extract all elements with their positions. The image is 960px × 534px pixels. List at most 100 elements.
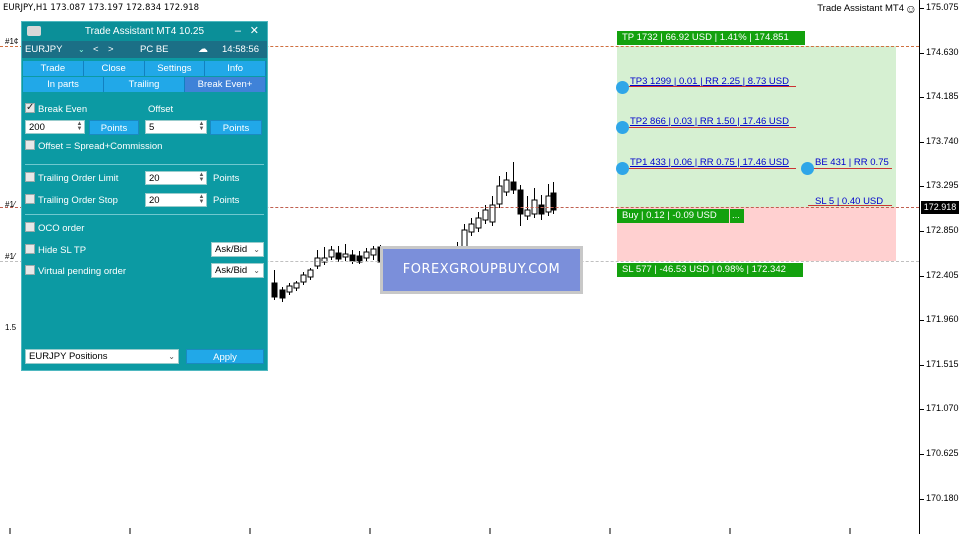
break-even-points-button[interactable]: Points	[89, 120, 139, 135]
candle-body	[370, 248, 377, 256]
offset-points-button[interactable]: Points	[210, 120, 262, 135]
symbol-select[interactable]: EURJPY	[25, 41, 62, 58]
next-symbol-button[interactable]: >	[108, 41, 114, 58]
price-tick-label: 173.740	[920, 135, 959, 146]
oco-checkbox[interactable]	[25, 222, 35, 232]
tp2-label[interactable]: TP2 866 | 0.03 | RR 1.50 | 17.46 USD	[630, 116, 789, 127]
candle-body	[517, 189, 524, 215]
smiley-icon: ☺	[904, 2, 917, 16]
break-even-label: Break Even	[38, 104, 88, 115]
panel-titlebar[interactable]: Trade Assistant MT4 10.25 – ✕	[22, 22, 267, 41]
candle-body	[468, 223, 475, 233]
trailing-stop-checkbox[interactable]	[25, 194, 35, 204]
trailing-limit-input[interactable]: 20 ▲ ▼	[145, 171, 207, 185]
tp1-handle-icon[interactable]	[616, 162, 629, 175]
hide-sltp-select[interactable]: Ask/Bid ⌄	[211, 242, 264, 257]
be-handle-icon[interactable]	[801, 162, 814, 175]
offset-spread-label: Offset = Spread+Commission	[38, 141, 163, 152]
chevron-down-icon: ⌄	[253, 245, 260, 254]
price-scale[interactable]: 175.075 174.630 174.185 173.740 173.295 172.8…	[919, 0, 960, 534]
prev-symbol-button[interactable]: <	[93, 41, 99, 58]
stepper-icon[interactable]: ▲ ▼	[198, 172, 205, 183]
price-tick-label: 171.960	[920, 314, 959, 325]
positions-select[interactable]: EURJPY Positions ⌄	[25, 349, 179, 364]
tp3-label[interactable]: TP3 1299 | 0.01 | RR 2.25 | 8.73 USD	[630, 76, 789, 87]
positions-select-value: EURJPY Positions	[29, 351, 108, 362]
candle-body	[363, 251, 370, 259]
close-icon[interactable]: ✕	[250, 22, 259, 41]
price-tick-label: 171.070	[920, 403, 959, 414]
divider	[25, 214, 264, 215]
price-tick-label: 174.630	[920, 46, 959, 57]
candle-body	[300, 274, 307, 283]
stepper-icon[interactable]: ▲ ▼	[76, 121, 83, 132]
break-even-row[interactable]: Break Even	[25, 100, 88, 117]
price-tick-label: 170.180	[920, 492, 959, 503]
oco-row[interactable]: OCO order	[25, 221, 84, 236]
tp1-label[interactable]: TP1 433 | 0.06 | RR 0.75 | 17.46 USD	[630, 157, 789, 168]
sl5-label[interactable]: SL 5 | 0.40 USD	[815, 196, 883, 207]
trailing-stop-value: 20	[149, 195, 160, 206]
chart-header: EURJPY,H1 173.087 173.197 172.834 172.91…	[3, 3, 200, 13]
tab-break-even-plus[interactable]: Break Even+	[185, 77, 266, 92]
candle-body	[335, 252, 342, 260]
minimize-icon[interactable]: –	[235, 22, 241, 41]
offset-spread-row[interactable]: Offset = Spread+Commission	[25, 139, 162, 154]
apply-button[interactable]: Apply	[186, 349, 264, 364]
left-marker: 1.5	[5, 323, 17, 332]
candle-body	[279, 289, 286, 299]
candle-body	[271, 282, 278, 298]
virtual-checkbox[interactable]	[25, 265, 35, 275]
offset-spread-checkbox[interactable]	[25, 140, 35, 150]
break-even-points-input[interactable]: 200 ▲ ▼	[25, 120, 85, 134]
buy-label[interactable]: Buy | 0.12 | -0.09 USD	[617, 209, 729, 223]
tp1-line	[623, 168, 796, 169]
trailing-stop-row[interactable]: Trailing Order Stop	[25, 193, 118, 208]
chevron-down-icon[interactable]: ⌄	[78, 41, 85, 58]
tab-trade[interactable]: Trade	[23, 61, 84, 76]
tp3-handle-icon[interactable]	[616, 81, 629, 94]
stepper-icon[interactable]: ▲ ▼	[198, 194, 205, 205]
trailing-stop-input[interactable]: 20 ▲ ▼	[145, 193, 207, 207]
trailing-limit-unit: Points	[213, 173, 240, 184]
left-marker: #1¢	[5, 37, 19, 46]
watermark: FOREXGROUPBUY.COM	[380, 246, 583, 294]
price-tick-label: 172.850	[920, 225, 959, 235]
trailing-limit-row[interactable]: Trailing Order Limit	[25, 171, 118, 186]
price-tick-label: 172.405	[920, 269, 959, 280]
symbol-bar: EURJPY ⌄ < > PC BE ☁ 14:58:56	[22, 41, 267, 58]
break-even-points-value: 200	[29, 122, 45, 133]
break-even-checkbox[interactable]	[25, 100, 35, 115]
clock-time: 14:58:56	[222, 44, 259, 55]
cloud-icon[interactable]: ☁	[198, 41, 208, 58]
offset-points-input[interactable]: 5 ▲ ▼	[145, 120, 207, 134]
buy-more-button[interactable]: ...	[730, 209, 744, 223]
tab-in-parts[interactable]: In parts	[23, 77, 104, 92]
trailing-stop-unit: Points	[213, 195, 240, 206]
hide-sltp-row[interactable]: Hide SL TP	[25, 243, 86, 258]
tab-settings[interactable]: Settings	[144, 61, 206, 76]
tab-close[interactable]: Close	[83, 61, 145, 76]
virtual-select[interactable]: Ask/Bid ⌄	[211, 263, 264, 278]
price-tick-label: 171.515	[920, 358, 959, 369]
tab-trailing[interactable]: Trailing	[104, 77, 185, 92]
be-line	[808, 168, 892, 169]
hide-sltp-checkbox[interactable]	[25, 244, 35, 254]
trailing-stop-label: Trailing Order Stop	[38, 195, 118, 206]
chart-brand-label: Trade Assistant MT4	[817, 3, 904, 14]
be-label[interactable]: BE 431 | RR 0.75	[815, 157, 889, 168]
candle-body	[482, 209, 489, 221]
stepper-icon[interactable]: ▲ ▼	[198, 121, 205, 132]
sl-label[interactable]: SL 577 | -46.53 USD | 0.98% | 172.342	[617, 263, 803, 277]
tab-info[interactable]: Info	[205, 61, 266, 76]
candle-body	[510, 181, 517, 191]
tp2-handle-icon[interactable]	[616, 121, 629, 134]
trade-assistant-panel: Trade Assistant MT4 10.25 – ✕ EURJPY ⌄ <…	[21, 21, 268, 371]
tp-label[interactable]: TP 1732 | 66.92 USD | 1.41% | 174.851	[617, 31, 805, 45]
candle-body	[342, 253, 349, 258]
sub-tabs: In parts Trailing Break Even+	[23, 77, 266, 92]
candle-body	[545, 195, 552, 213]
virtual-row[interactable]: Virtual pending order	[25, 264, 126, 279]
trailing-limit-checkbox[interactable]	[25, 172, 35, 182]
price-tick-label: 173.295	[920, 180, 959, 191]
